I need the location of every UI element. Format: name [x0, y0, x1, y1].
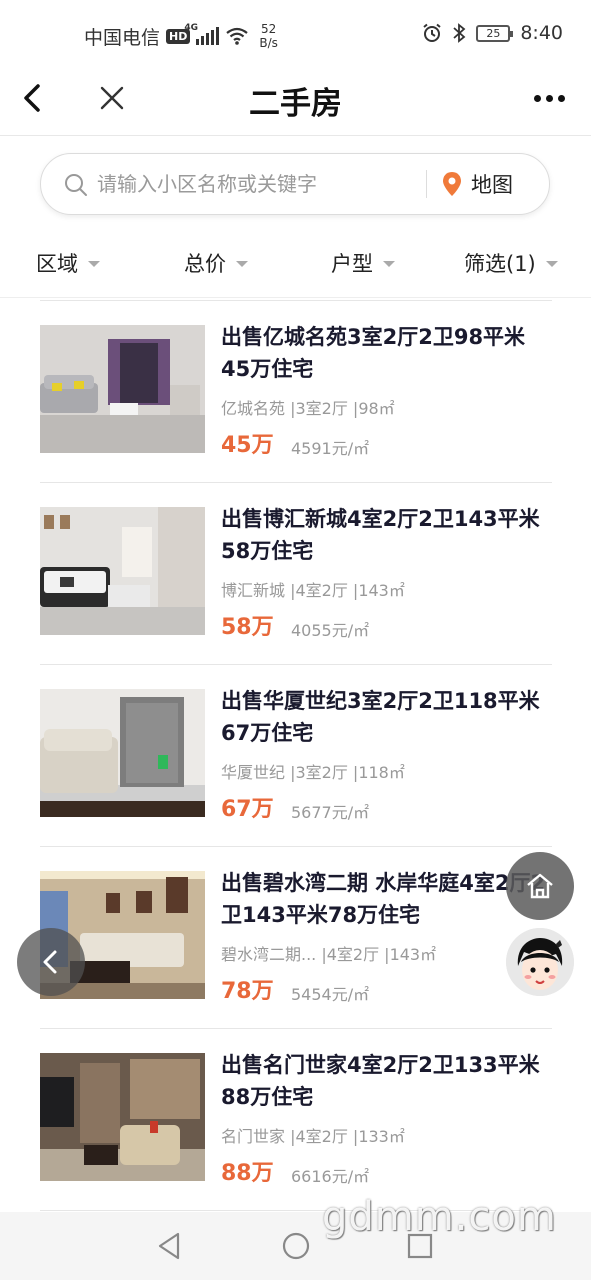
bluetooth-icon	[453, 23, 466, 43]
carrier-label: 中国电信	[84, 26, 161, 49]
clock: 8:40	[520, 22, 563, 44]
search-divider	[426, 170, 427, 198]
battery-icon: 25	[476, 24, 514, 42]
page-title: 二手房	[249, 86, 342, 122]
caret-down-icon	[88, 261, 100, 267]
search-input[interactable]	[97, 166, 397, 202]
signal-icon: 4G	[184, 23, 220, 45]
back-triangle-icon[interactable]	[154, 1230, 186, 1262]
caret-down-icon	[236, 261, 248, 267]
listing-item[interactable]: 出售亿城名苑3室2厅2卫98平米45万住宅 亿城名苑 |3室2厅 |98㎡ 45…	[40, 300, 552, 482]
listing-meta: 亿城名苑 |3室2厅 |98㎡	[221, 399, 395, 418]
avatar-button[interactable]	[506, 928, 574, 996]
network-type: 4G	[184, 23, 199, 33]
listing-photo[interactable]	[40, 507, 205, 635]
location-pin-icon	[443, 172, 461, 196]
alarm-icon	[423, 23, 441, 42]
listing-unit-price: 6616元/㎡	[291, 1167, 370, 1186]
watermark: gdmm.com	[322, 1194, 557, 1240]
chevron-left-icon	[43, 950, 57, 974]
listing-price: 45万	[221, 433, 274, 458]
filter-total-price[interactable]: 总价	[184, 248, 248, 278]
wifi-icon	[226, 27, 249, 45]
speed-unit: B/s	[259, 36, 278, 50]
filter-area[interactable]: 区域	[36, 248, 100, 278]
filter-more-label: 筛选(1)	[464, 252, 536, 276]
listing-unit-price: 4591元/㎡	[291, 439, 370, 458]
nav-header: 二手房	[0, 70, 591, 136]
listing-item[interactable]: 出售碧水湾二期 水岸华庭4室2厅2卫143平米78万住宅 碧水湾二期... |4…	[40, 846, 552, 1028]
listing-title: 出售华厦世纪3室2厅2卫118平米67万住宅	[221, 689, 540, 745]
listing-photo[interactable]	[40, 689, 205, 817]
listing-unit-price: 4055元/㎡	[291, 621, 370, 640]
home-circle-icon[interactable]	[280, 1230, 312, 1262]
listing-meta: 碧水湾二期... |4室2厅 |143㎡	[221, 945, 437, 964]
back-float-button[interactable]	[17, 928, 85, 996]
listing-title: 出售亿城名苑3室2厅2卫98平米45万住宅	[221, 325, 526, 381]
listing-meta: 名门世家 |4室2厅 |133㎡	[221, 1127, 405, 1146]
battery-level: 25	[486, 26, 501, 40]
avatar-icon	[506, 928, 574, 996]
listing-item[interactable]: 出售名门世家4室2厅2卫133平米88万住宅 名门世家 |4室2厅 |133㎡ …	[40, 1028, 552, 1210]
filter-more[interactable]: 筛选(1)	[464, 248, 558, 278]
map-button[interactable]: 地图	[441, 166, 513, 202]
listing-unit-price: 5677元/㎡	[291, 803, 370, 822]
listing-item[interactable]: 出售华厦世纪3室2厅2卫118平米67万住宅 华厦世纪 |3室2厅 |118㎡ …	[40, 664, 552, 846]
network-speed: 52 B/s	[259, 22, 278, 50]
search-icon	[65, 174, 87, 196]
listing-photo[interactable]	[40, 325, 205, 453]
filter-area-label: 区域	[36, 252, 78, 276]
map-label: 地图	[471, 173, 513, 197]
listing-price: 88万	[221, 1161, 274, 1186]
filter-bar: 区域 总价 户型 筛选(1)	[0, 232, 591, 298]
listing-title: 出售碧水湾二期 水岸华庭4室2厅2卫143平米78万住宅	[221, 871, 546, 927]
listing-price: 58万	[221, 615, 274, 640]
listing-photo[interactable]	[40, 1053, 205, 1181]
listing-title: 出售名门世家4室2厅2卫133平米88万住宅	[221, 1053, 540, 1109]
filter-total-price-label: 总价	[184, 252, 226, 276]
caret-down-icon	[383, 261, 395, 267]
status-right: 25 8:40	[422, 22, 563, 44]
listing-meta: 博汇新城 |4室2厅 |143㎡	[221, 581, 405, 600]
status-bar: 中国电信 HD 4G 52 B/s 25 8:40	[0, 0, 591, 70]
home-button[interactable]	[506, 852, 574, 920]
speed-value: 52	[260, 22, 277, 36]
listing-meta: 华厦世纪 |3室2厅 |118㎡	[221, 763, 405, 782]
listing-price: 78万	[221, 979, 274, 1004]
listing-title: 出售博汇新城4室2厅2卫143平米58万住宅	[221, 507, 540, 563]
more-dots-icon[interactable]	[527, 80, 571, 116]
status-left: 中国电信 HD 4G 52 B/s	[84, 22, 278, 50]
home-icon	[527, 873, 553, 899]
filter-layout-label: 户型	[331, 252, 373, 276]
search-bar: 地图	[40, 153, 550, 215]
listing-unit-price: 5454元/㎡	[291, 985, 370, 1004]
filter-layout[interactable]: 户型	[331, 248, 395, 278]
caret-down-icon	[545, 261, 558, 267]
listing-item[interactable]: 出售博汇新城4室2厅2卫143平米58万住宅 博汇新城 |4室2厅 |143㎡ …	[40, 482, 552, 664]
listing-price: 67万	[221, 797, 274, 822]
